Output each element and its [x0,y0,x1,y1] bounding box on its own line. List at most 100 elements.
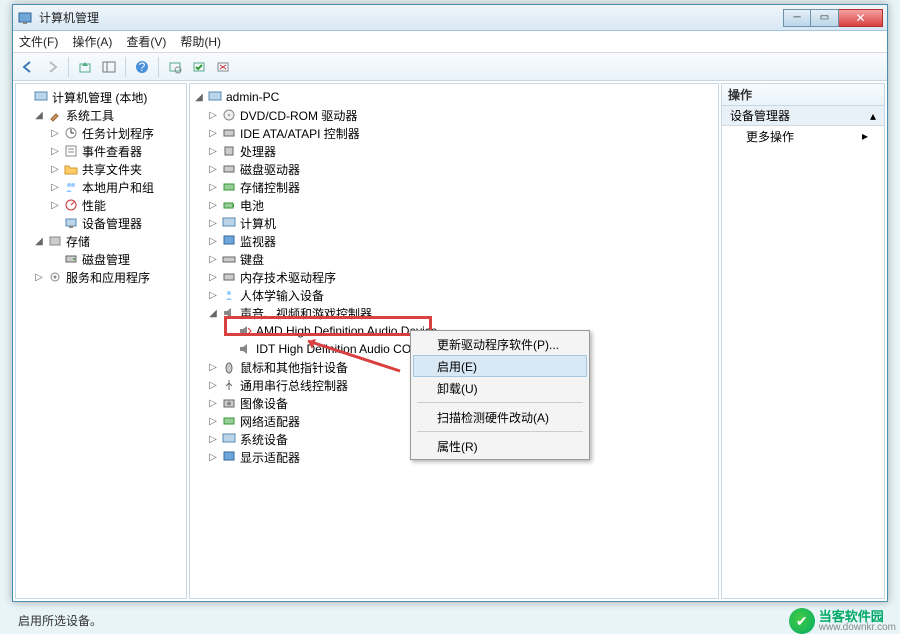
watermark-url: www.downkr.com [819,623,896,633]
memory-icon [221,269,237,285]
nav-pane: ▷计算机管理 (本地) ◢系统工具 ▷任务计划程序 ▷事件查看器 ▷共享文件夹 … [15,83,187,599]
window-title: 计算机管理 [39,9,783,26]
show-hide-tree-button[interactable] [98,56,120,78]
ctx-scan[interactable]: 扫描检测硬件改动(A) [413,406,587,428]
camera-icon [221,395,237,411]
services-icon [47,269,63,285]
dev-sound[interactable]: ◢声音、视频和游戏控制器 [192,304,716,322]
enable-button[interactable] [188,56,210,78]
app-icon [17,10,33,26]
controller-icon [221,179,237,195]
menu-help[interactable]: 帮助(H) [180,33,221,50]
dev-ide[interactable]: ▷IDE ATA/ATAPI 控制器 [192,124,716,142]
dev-battery[interactable]: ▷电池 [192,196,716,214]
dev-cpu[interactable]: ▷处理器 [192,142,716,160]
uninstall-button[interactable] [212,56,234,78]
dev-memory[interactable]: ▷内存技术驱动程序 [192,268,716,286]
menu-view[interactable]: 查看(V) [126,33,166,50]
tree-shared-folders[interactable]: ▷共享文件夹 [18,160,184,178]
app-window: 计算机管理 ─ ▭ ✕ 文件(F) 操作(A) 查看(V) 帮助(H) ? ▷计… [12,4,888,602]
window-buttons: ─ ▭ ✕ [783,9,883,27]
tree-services[interactable]: ▷服务和应用程序 [18,268,184,286]
audio-device-icon [237,341,253,357]
tree-system-tools[interactable]: ◢系统工具 [18,106,184,124]
dev-computer[interactable]: ▷计算机 [192,214,716,232]
hid-icon [221,287,237,303]
cpu-icon [221,143,237,159]
up-button[interactable] [74,56,96,78]
scan-button[interactable] [164,56,186,78]
dev-keyboard[interactable]: ▷键盘 [192,250,716,268]
forward-button[interactable] [41,56,63,78]
users-icon [63,179,79,195]
battery-icon [221,197,237,213]
watermark: ✔ 当客软件园 www.downkr.com [789,608,896,634]
tree-task-scheduler[interactable]: ▷任务计划程序 [18,124,184,142]
back-button[interactable] [17,56,39,78]
network-icon [221,413,237,429]
svg-text:?: ? [139,60,146,74]
toolbar: ? [13,53,887,81]
actions-more[interactable]: 更多操作 ▸ [722,126,884,146]
computer-icon [221,215,237,231]
tree-disk-mgmt[interactable]: ▷磁盘管理 [18,250,184,268]
tree-device-manager[interactable]: ▷设备管理器 [18,214,184,232]
event-icon [63,143,79,159]
close-button[interactable]: ✕ [839,9,883,27]
sound-icon [221,305,237,321]
perf-icon [63,197,79,213]
usb-icon [221,377,237,393]
clock-icon [63,125,79,141]
watermark-logo-icon: ✔ [789,608,815,634]
actions-section[interactable]: 设备管理器 ▴ [722,106,884,126]
maximize-button[interactable]: ▭ [811,9,839,27]
disk-icon [221,161,237,177]
mouse-icon [221,359,237,375]
tree-root[interactable]: ▷计算机管理 (本地) [18,88,184,106]
ctx-update-driver[interactable]: 更新驱动程序软件(P)... [413,333,587,355]
minimize-button[interactable]: ─ [783,9,811,27]
device-icon [63,215,79,231]
tree-local-users[interactable]: ▷本地用户和组 [18,178,184,196]
ctx-uninstall[interactable]: 卸载(U) [413,377,587,399]
ctx-separator [417,402,583,403]
keyboard-icon [221,251,237,267]
device-tree-pane: ◢admin-PC ▷DVD/CD-ROM 驱动器 ▷IDE ATA/ATAPI… [189,83,719,599]
computer-icon [207,89,223,105]
dev-storage-ctrl[interactable]: ▷存储控制器 [192,178,716,196]
help-button[interactable]: ? [131,56,153,78]
audio-device-icon [237,323,253,339]
tools-icon [47,107,63,123]
ctx-separator [417,431,583,432]
ctx-properties[interactable]: 属性(R) [413,435,587,457]
chevron-right-icon: ▸ [862,129,868,143]
folder-icon [63,161,79,177]
tree-event-viewer[interactable]: ▷事件查看器 [18,142,184,160]
dev-root[interactable]: ◢admin-PC [192,88,716,106]
ctx-enable[interactable]: 启用(E) [413,355,587,377]
dvd-icon [221,107,237,123]
tree-storage[interactable]: ◢存储 [18,232,184,250]
storage-icon [47,233,63,249]
disk-icon [63,251,79,267]
menu-action[interactable]: 操作(A) [72,33,112,50]
statusbar: 启用所选设备。 [12,610,888,630]
status-text: 启用所选设备。 [18,612,102,629]
dev-monitor[interactable]: ▷监视器 [192,232,716,250]
computer-icon [33,89,49,105]
ide-icon [221,125,237,141]
system-icon [221,431,237,447]
titlebar: 计算机管理 ─ ▭ ✕ [13,5,887,31]
menu-file[interactable]: 文件(F) [19,33,58,50]
dev-disk[interactable]: ▷磁盘驱动器 [192,160,716,178]
watermark-name: 当客软件园 [819,610,896,623]
dev-dvd[interactable]: ▷DVD/CD-ROM 驱动器 [192,106,716,124]
dev-hid[interactable]: ▷人体学输入设备 [192,286,716,304]
tree-performance[interactable]: ▷性能 [18,196,184,214]
actions-header: 操作 [722,84,884,106]
monitor-icon [221,233,237,249]
actions-pane: 操作 设备管理器 ▴ 更多操作 ▸ [721,83,885,599]
collapse-icon: ▴ [870,109,876,123]
context-menu: 更新驱动程序软件(P)... 启用(E) 卸载(U) 扫描检测硬件改动(A) 属… [410,330,590,460]
menubar: 文件(F) 操作(A) 查看(V) 帮助(H) [13,31,887,53]
